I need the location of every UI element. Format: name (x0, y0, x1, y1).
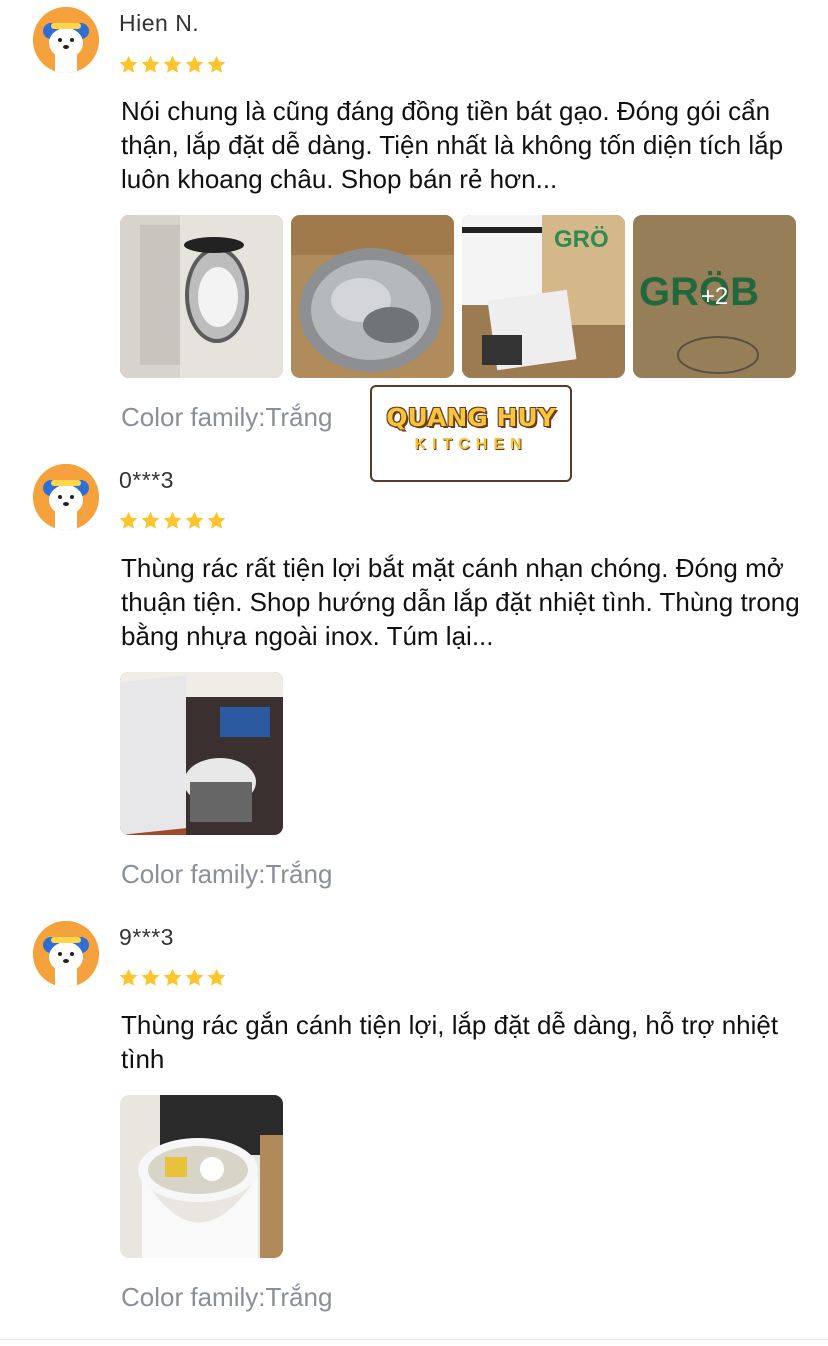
more-photos-count: +2 (633, 215, 796, 378)
review-photos (120, 672, 283, 835)
review-text[interactable]: Thùng rác rất tiện lợi bắt mặt cánh nhạn… (121, 551, 801, 653)
bottom-divider (0, 1339, 828, 1340)
review-photo[interactable]: GRÖ (462, 215, 625, 378)
rating-stars (118, 967, 227, 989)
review-photo[interactable] (120, 672, 283, 835)
star-icon (163, 968, 182, 986)
star-icon (163, 55, 182, 73)
star-icon (185, 55, 204, 73)
variant-label: Color family:Trắng (121, 402, 333, 432)
review-photo[interactable] (120, 1095, 283, 1258)
star-icon (141, 968, 160, 986)
review-photos (120, 1095, 283, 1258)
star-icon (119, 55, 138, 73)
bear-avatar-icon (33, 464, 99, 530)
bear-avatar-icon (33, 921, 99, 987)
star-icon (163, 511, 182, 529)
star-icon (207, 55, 226, 73)
reviewer-name: Hien N. (119, 10, 200, 36)
variant-label: Color family:Trắng (121, 1282, 333, 1312)
star-icon (185, 511, 204, 529)
svg-text:GRÖ: GRÖ (554, 226, 609, 253)
star-icon (141, 511, 160, 529)
review-photo-more[interactable]: GRÖB +2 (633, 215, 796, 378)
watermark-line2: KITCHEN (414, 436, 528, 453)
star-icon (119, 511, 138, 529)
avatar[interactable] (33, 7, 99, 73)
star-icon (185, 968, 204, 986)
review-photo[interactable] (120, 215, 283, 378)
watermark-line1: QUANG HUY (386, 403, 556, 432)
avatar[interactable] (33, 464, 99, 530)
rating-stars (118, 54, 227, 76)
review-text[interactable]: Nói chung là cũng đáng đồng tiền bát gạo… (121, 94, 801, 196)
reviewer-name: 0***3 (119, 467, 174, 493)
review-text[interactable]: Thùng rác gắn cánh tiện lợi, lắp đặt dễ … (121, 1008, 801, 1076)
watermark-logo: QUANG HUY KITCHEN (370, 385, 572, 482)
variant-label: Color family:Trắng (121, 859, 333, 889)
review-photo[interactable] (291, 215, 454, 378)
star-icon (207, 968, 226, 986)
review-photos: GRÖ GRÖB +2 (120, 215, 796, 378)
star-icon (207, 511, 226, 529)
star-icon (141, 55, 160, 73)
rating-stars (118, 510, 227, 532)
avatar[interactable] (33, 921, 99, 987)
star-icon (119, 968, 138, 986)
reviewer-name: 9***3 (119, 924, 174, 950)
bear-avatar-icon (33, 7, 99, 73)
